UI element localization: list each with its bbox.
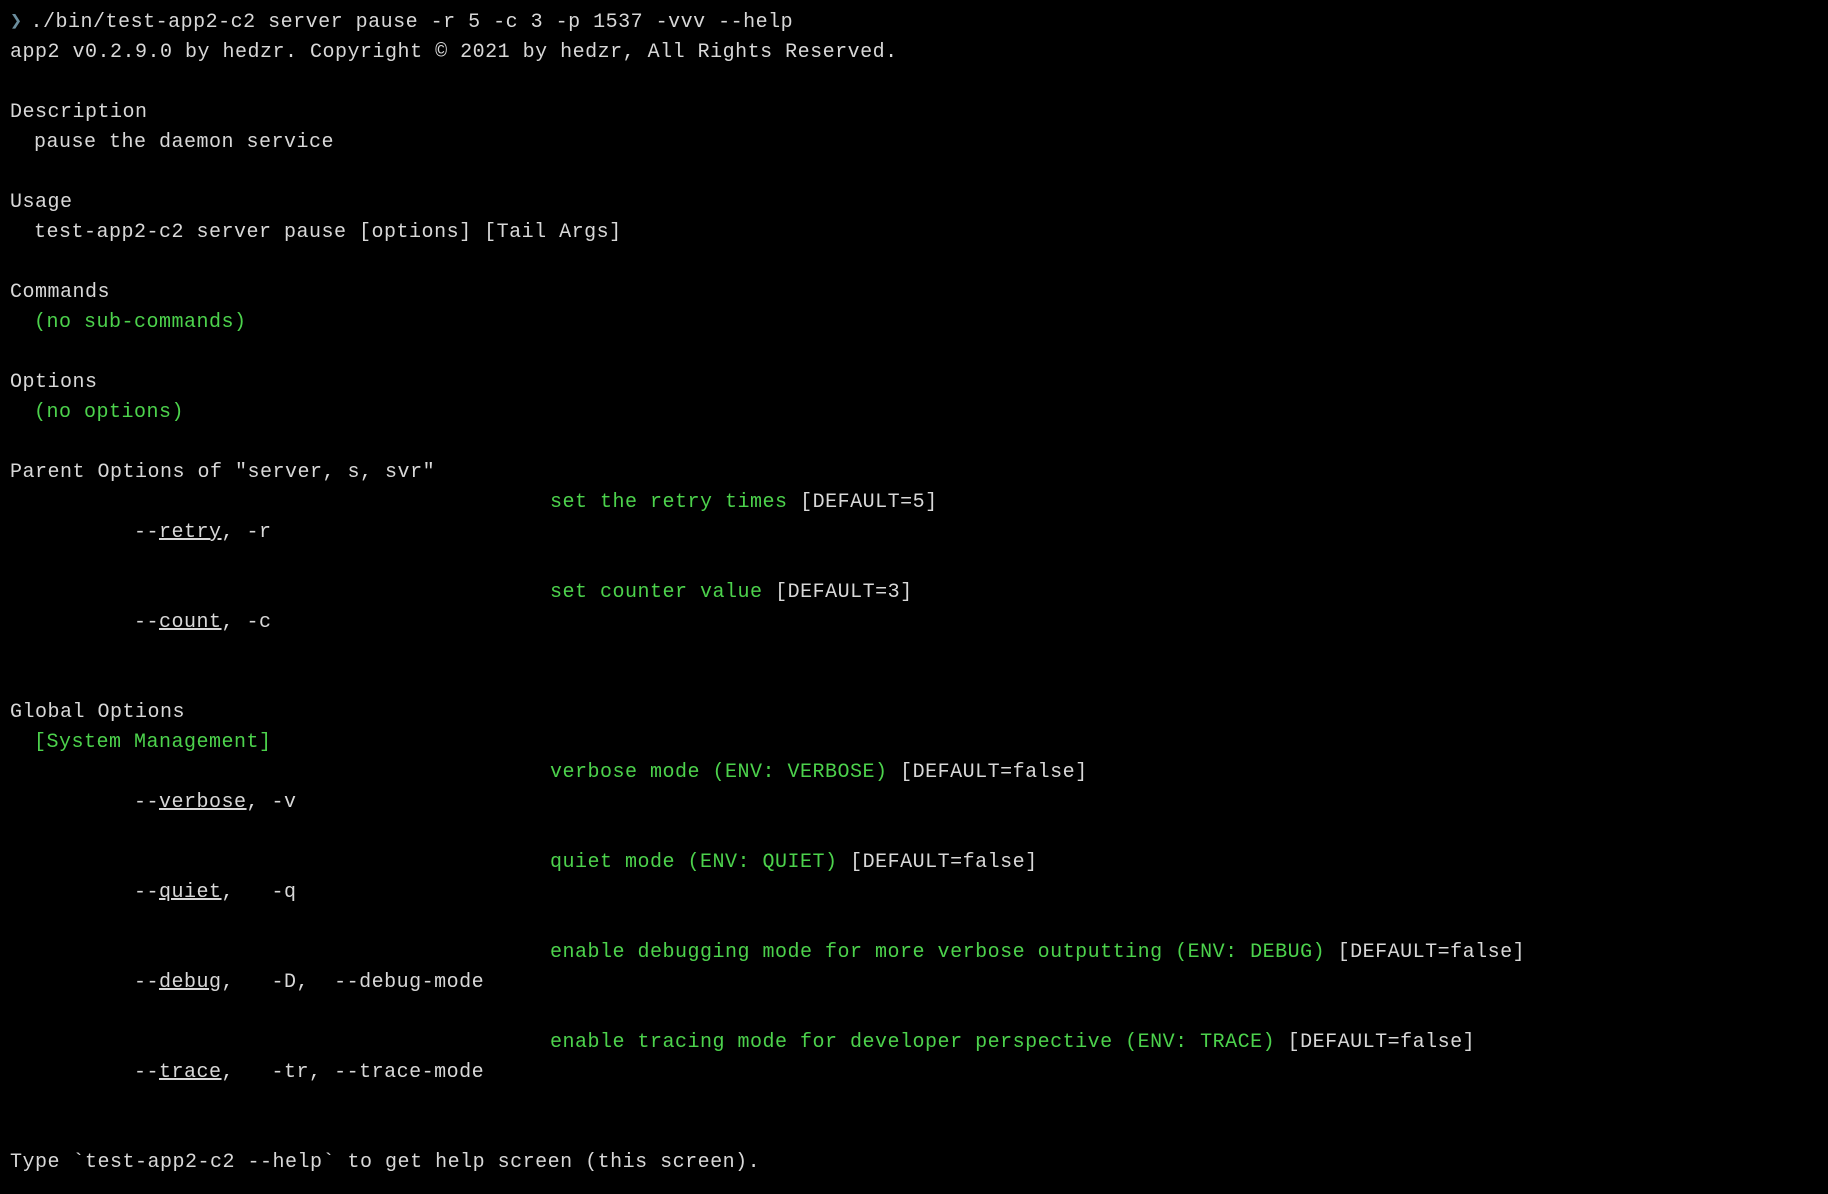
- flag-name: trace: [159, 1061, 222, 1084]
- description-text: pause the daemon service: [10, 128, 1818, 158]
- parent-options-section: Parent Options of "server, s, svr" --ret…: [10, 458, 1818, 668]
- option-row: --verbose, -v verbose mode (ENV: VERBOSE…: [10, 758, 1818, 848]
- prompt-symbol: ❯: [10, 8, 23, 38]
- flag-desc: set counter value: [550, 581, 763, 604]
- version-header: app2 v0.2.9.0 by hedzr. Copyright © 2021…: [10, 38, 1818, 68]
- global-options-section: Global Options [System Management] --ver…: [10, 698, 1818, 1118]
- flag-name: quiet: [159, 881, 222, 904]
- flag-prefix: --: [134, 881, 159, 904]
- option-row: --debug, -D, --debug-mode enable debuggi…: [10, 938, 1818, 1028]
- flag-suffix: , -v: [247, 791, 297, 814]
- option-row: --trace, -tr, --trace-mode enable tracin…: [10, 1028, 1818, 1118]
- flag-default: [DEFAULT=5]: [800, 491, 938, 514]
- description-title: Description: [10, 98, 1818, 128]
- flag-desc: quiet mode (ENV: QUIET): [550, 851, 838, 874]
- parent-options-title: Parent Options of "server, s, svr": [10, 458, 1818, 488]
- options-title: Options: [10, 368, 1818, 398]
- flag-name: debug: [159, 971, 222, 994]
- flag-prefix: --: [134, 1061, 159, 1084]
- prompt-line[interactable]: ❯ ./bin/test-app2-c2 server pause -r 5 -…: [10, 8, 1818, 38]
- flag-prefix: --: [134, 611, 159, 634]
- usage-title: Usage: [10, 188, 1818, 218]
- command-text: ./bin/test-app2-c2 server pause -r 5 -c …: [31, 8, 794, 38]
- flag-desc: set the retry times: [550, 491, 788, 514]
- commands-title: Commands: [10, 278, 1818, 308]
- flag-default: [DEFAULT=false]: [1288, 1031, 1476, 1054]
- commands-section: Commands (no sub-commands): [10, 278, 1818, 338]
- description-section: Description pause the daemon service: [10, 98, 1818, 158]
- global-options-title: Global Options: [10, 698, 1818, 728]
- flag-prefix: --: [134, 971, 159, 994]
- terminal-output: ❯ ./bin/test-app2-c2 server pause -r 5 -…: [10, 8, 1818, 1178]
- commands-text: (no sub-commands): [10, 308, 1818, 338]
- flag-prefix: --: [134, 791, 159, 814]
- flag-suffix: , -r: [222, 521, 272, 544]
- flag-name: count: [159, 611, 222, 634]
- flag-desc: enable debugging mode for more verbose o…: [550, 941, 1325, 964]
- usage-section: Usage test-app2-c2 server pause [options…: [10, 188, 1818, 248]
- flag-name: retry: [159, 521, 222, 544]
- flag-suffix: , -tr, --trace-mode: [222, 1061, 485, 1084]
- flag-suffix: , -q: [222, 881, 297, 904]
- option-row: --quiet, -q quiet mode (ENV: QUIET) [DEF…: [10, 848, 1818, 938]
- flag-default: [DEFAULT=3]: [775, 581, 913, 604]
- flag-desc: enable tracing mode for developer perspe…: [550, 1031, 1275, 1054]
- flag-default: [DEFAULT=false]: [1338, 941, 1526, 964]
- options-text: (no options): [10, 398, 1818, 428]
- option-row: --count, -c set counter value [DEFAULT=3…: [10, 578, 1818, 668]
- usage-text: test-app2-c2 server pause [options] [Tai…: [10, 218, 1818, 248]
- options-section: Options (no options): [10, 368, 1818, 428]
- flag-suffix: , -D, --debug-mode: [222, 971, 485, 994]
- footer-help-hint: Type `test-app2-c2 --help` to get help s…: [10, 1148, 1818, 1178]
- flag-name: verbose: [159, 791, 247, 814]
- flag-suffix: , -c: [222, 611, 272, 634]
- flag-desc: verbose mode (ENV: VERBOSE): [550, 761, 888, 784]
- flag-prefix: --: [134, 521, 159, 544]
- flag-default: [DEFAULT=false]: [900, 761, 1088, 784]
- option-row: --retry, -r set the retry times [DEFAULT…: [10, 488, 1818, 578]
- flag-default: [DEFAULT=false]: [850, 851, 1038, 874]
- global-options-group: [System Management]: [10, 728, 1818, 758]
